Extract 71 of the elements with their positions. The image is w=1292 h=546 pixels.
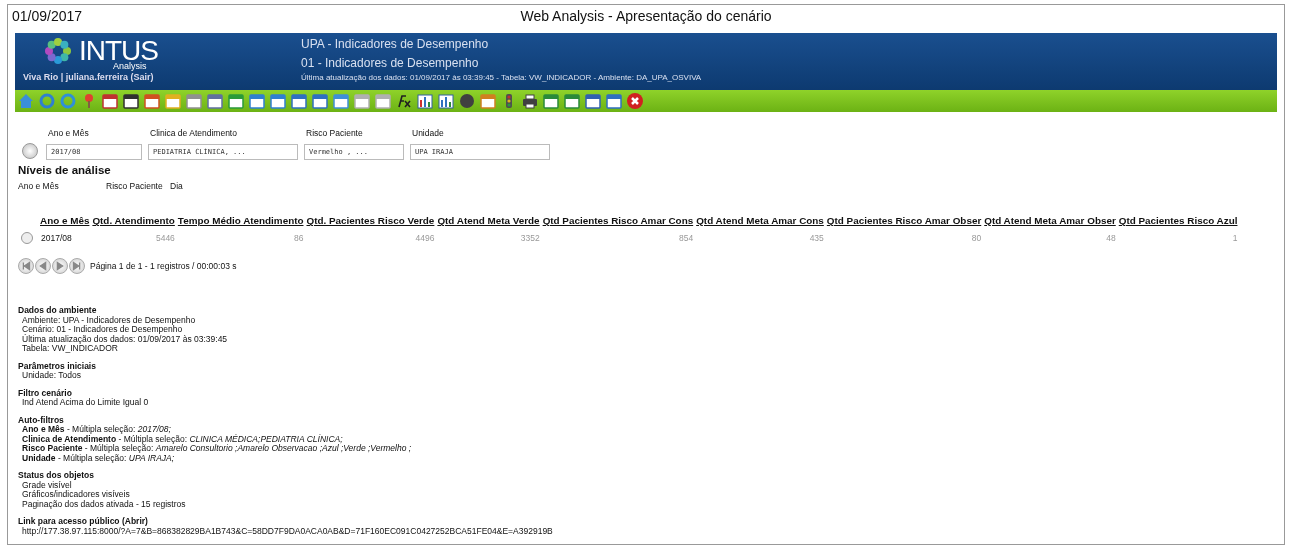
row-radio[interactable] bbox=[21, 232, 33, 244]
previous-page-button[interactable] bbox=[35, 258, 51, 274]
section-title: Status dos objetos bbox=[18, 471, 96, 481]
section-line: Risco Paciente - Múltipla seleção: Amarelo Consultorio ;Amarelo Observacao ;Azul ;Verde ;Vermelho ; bbox=[21, 444, 413, 454]
level-item: Ano e Mês bbox=[18, 181, 60, 191]
section-title: Dados do ambiente bbox=[18, 306, 98, 316]
section-line: Clinica de Atendimento - Múltipla seleção: CLINICA MÉDICA;PEDIATRIA CLÍNICA; bbox=[21, 434, 343, 444]
column-header[interactable]: Qtd Pacientes Risco Azul bbox=[1118, 215, 1238, 226]
table-cell: 80 bbox=[971, 233, 982, 243]
section-line: http://177.38.97.115:8000/?A=7&B=868382829BA1B743&C=58DD7F9DA0ACA0AB&D=71F160EC091C0427252BCA51FE04&E=A392919B bbox=[21, 526, 554, 536]
next-page-button[interactable] bbox=[52, 258, 68, 274]
filter-button[interactable] bbox=[22, 143, 38, 159]
update-info: Última atualização dos dados: 01/09/2017 às 03:39:45 - Tabela: VW_INDICADOR - Ambiente: DA_UPA_OSVIVA bbox=[301, 73, 702, 82]
section-line: Cenário: 01 - Indicadores de Desempenho bbox=[21, 325, 183, 334]
filter-label: Unidade bbox=[412, 128, 445, 138]
section-line: Grade visível bbox=[21, 480, 72, 490]
column-header[interactable]: Qtd Atend Meta Amar Obser bbox=[984, 215, 1116, 226]
fx-icon[interactable] bbox=[395, 92, 413, 110]
last-page-button[interactable] bbox=[69, 258, 85, 274]
section-line: Unidade - Múltipla seleção: UPA IRAJA; bbox=[21, 453, 176, 463]
first-page-button[interactable] bbox=[18, 258, 34, 274]
window-icon[interactable] bbox=[206, 92, 224, 110]
filter-label: Clinica de Atendimento bbox=[150, 128, 238, 138]
filter-label: Ano e Mês bbox=[48, 128, 90, 138]
column-header[interactable]: Qtd. Pacientes Risco Verde bbox=[306, 215, 435, 226]
section-title: Auto-filtros bbox=[18, 415, 65, 425]
column-header[interactable]: Qtd Pacientes Risco Amar Obser bbox=[826, 215, 982, 226]
section-line: Ambiente: UPA - Indicadores de Desempenho bbox=[21, 315, 197, 325]
column-header[interactable]: Tempo Médio Atendimento bbox=[177, 215, 304, 226]
user-link[interactable]: Viva Rio | juliana.ferreira (Sair) bbox=[23, 72, 293, 82]
table-cell: 48 bbox=[1106, 233, 1116, 243]
window-title: Web Analysis - Apresentação do cenário bbox=[520, 8, 772, 24]
column-header[interactable]: Ano e Mês bbox=[40, 215, 90, 226]
window-icon[interactable] bbox=[269, 92, 287, 110]
column-header[interactable]: Qtd. Atendimento bbox=[92, 215, 175, 226]
table-cell: 2017/08 bbox=[41, 233, 72, 243]
section-line: Ind Atend Acima do Limite Igual 0 bbox=[21, 398, 150, 408]
table-cell: 86 bbox=[294, 233, 304, 243]
section-line: Tabela: VW_INDICADOR bbox=[21, 344, 119, 354]
table-cell: 5446 bbox=[155, 233, 175, 243]
date: 01/09/2017 bbox=[12, 8, 83, 24]
table-cell: 4496 bbox=[415, 233, 435, 243]
column-header[interactable]: Qtd Atend Meta Verde bbox=[437, 215, 540, 226]
section-title: Filtro cenário bbox=[18, 388, 73, 398]
column-header[interactable]: Qtd Pacientes Risco Amar Cons bbox=[542, 215, 694, 226]
logo-icon bbox=[43, 37, 73, 65]
close-icon[interactable] bbox=[626, 92, 644, 110]
section-line: Última atualização dos dados: 01/09/2017 às 03:39:45 bbox=[21, 334, 229, 344]
table-cell: 3352 bbox=[520, 233, 540, 243]
window-icon[interactable] bbox=[605, 92, 623, 110]
chart-icon[interactable] bbox=[416, 92, 434, 110]
scenario-title: 01 - Indicadores de Desempenho bbox=[301, 55, 480, 71]
window-icon[interactable] bbox=[332, 92, 350, 110]
table-cell: 854 bbox=[679, 233, 694, 243]
printer-icon[interactable] bbox=[521, 92, 539, 110]
section-title: Link para acesso público (Abrir) bbox=[18, 517, 149, 527]
chart-icon[interactable] bbox=[437, 92, 455, 110]
section-line: Paginação dos dados ativada - 15 registros bbox=[21, 499, 187, 509]
column-header[interactable]: Qtd Atend Meta Amar Cons bbox=[696, 215, 824, 226]
environment-title: UPA - Indicadores de Desempenho bbox=[301, 36, 490, 52]
table-cell: 435 bbox=[809, 233, 824, 243]
section-title: Parâmetros iniciais bbox=[18, 361, 97, 371]
level-item: Risco Paciente bbox=[106, 181, 164, 191]
section-line: Gráficos/indicadores visíveis bbox=[21, 490, 131, 500]
section-line: Ano e Mês - Múltipla seleção: 2017/08; bbox=[21, 425, 172, 435]
table-cell: 1 bbox=[1232, 233, 1238, 243]
section-line: Unidade: Todos bbox=[21, 371, 82, 381]
filter-label: Risco Paciente bbox=[306, 128, 364, 138]
section-title: Níveis de análise bbox=[18, 164, 112, 176]
pagination-info: Página 1 de 1 - 1 registros / 00:00:03 s bbox=[90, 261, 237, 271]
level-item: Dia bbox=[170, 181, 184, 191]
